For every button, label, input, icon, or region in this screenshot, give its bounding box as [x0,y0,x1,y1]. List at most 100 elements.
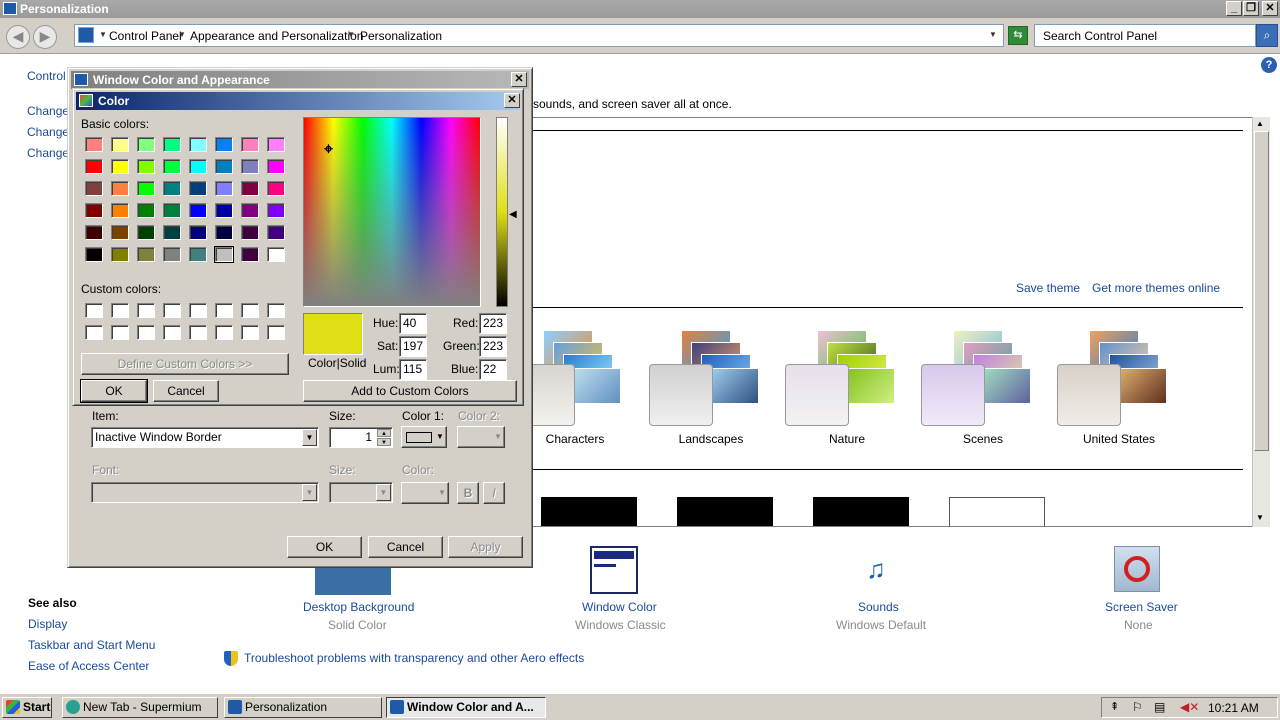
custom-color-swatch[interactable] [111,325,129,340]
basic-theme-preview[interactable] [813,497,909,526]
basic-color-swatch[interactable] [111,137,129,152]
cancel-button[interactable]: Cancel [153,380,219,402]
refresh-button[interactable]: ⇆ [1008,26,1028,45]
basic-color-swatch[interactable] [137,247,155,262]
basic-theme-preview[interactable] [949,497,1045,526]
basic-color-swatch[interactable] [189,137,207,152]
network-icon[interactable]: ▤ [1154,700,1165,714]
close-button[interactable]: ✕ [1262,1,1278,16]
custom-color-swatch[interactable] [241,325,259,340]
basic-color-swatch[interactable] [163,181,181,196]
desktop-background-link[interactable]: Desktop Background [303,600,414,614]
custom-color-swatch[interactable] [137,303,155,318]
sat-input[interactable]: 197 [399,336,427,357]
custom-color-swatch[interactable] [215,325,233,340]
basic-color-swatch[interactable] [189,247,207,262]
sounds-icon[interactable]: ♫ [852,546,900,592]
basic-color-swatch[interactable] [137,203,155,218]
define-custom-colors-button[interactable]: Define Custom Colors >> [81,353,289,375]
basic-color-swatch[interactable] [137,225,155,240]
custom-color-swatch[interactable] [267,303,285,318]
help-icon[interactable]: ? [1261,57,1277,73]
basic-color-swatch[interactable] [215,181,233,196]
basic-color-swatch[interactable] [163,225,181,240]
item-select[interactable]: Inactive Window Border ▼ [91,427,319,448]
get-more-themes-link[interactable]: Get more themes online [1092,281,1220,295]
luminance-arrow-icon[interactable]: ◀ [509,209,517,220]
minimize-button[interactable]: _ [1226,1,1242,16]
dialog-close-button[interactable]: ✕ [511,72,527,87]
basic-color-swatch[interactable] [85,203,103,218]
breadcrumb-personalization[interactable]: Personalization [360,29,442,43]
custom-color-swatch[interactable] [85,325,103,340]
search-input[interactable]: Search Control Panel [1034,24,1256,47]
basic-color-swatch[interactable] [215,137,233,152]
basic-color-swatch[interactable] [111,203,129,218]
custom-color-swatch[interactable] [163,303,181,318]
custom-color-swatch[interactable] [85,303,103,318]
basic-color-swatch[interactable] [189,181,207,196]
basic-theme-preview[interactable] [677,497,773,526]
basic-color-swatch[interactable] [241,159,259,174]
chevron-down-icon[interactable]: ▼ [99,30,107,39]
clock[interactable]: 10:21 AM [1208,701,1259,715]
basic-color-swatch[interactable] [85,181,103,196]
basic-color-swatch[interactable] [137,181,155,196]
basic-color-swatch[interactable] [163,159,181,174]
basic-color-swatch[interactable] [163,137,181,152]
save-theme-link[interactable]: Save theme [1016,281,1080,295]
custom-color-swatch[interactable] [267,325,285,340]
taskbar-start-menu-link[interactable]: Taskbar and Start Menu [28,638,155,652]
hue-input[interactable]: 40 [399,313,427,334]
basic-color-swatch[interactable] [241,181,259,196]
luminance-slider[interactable] [496,117,508,307]
color1-picker[interactable]: ▼ [401,426,447,448]
basic-color-swatch[interactable] [111,181,129,196]
basic-color-swatch[interactable] [267,181,285,196]
font-size-select[interactable]: ▼ [329,482,393,503]
custom-color-swatch[interactable] [241,303,259,318]
green-input[interactable]: 223 [479,336,507,357]
custom-color-swatch[interactable] [163,325,181,340]
bold-button[interactable]: B [457,482,479,504]
basic-color-swatch[interactable] [241,225,259,240]
window-color-link[interactable]: Window Color [582,600,657,614]
ok-button[interactable]: OK [287,536,362,558]
custom-color-swatch[interactable] [189,303,207,318]
custom-color-swatch[interactable] [215,303,233,318]
basic-color-swatch[interactable] [214,246,234,263]
custom-color-swatch[interactable] [189,325,207,340]
color-spectrum[interactable]: ⌖ [303,117,481,307]
screen-saver-link[interactable]: Screen Saver [1105,600,1178,614]
taskbar-item-supermium[interactable]: New Tab - Supermium [62,697,218,718]
basic-color-swatch[interactable] [189,203,207,218]
sounds-link[interactable]: Sounds [858,600,899,614]
theme-landscapes[interactable]: Landscapes [649,326,769,446]
basic-color-swatch[interactable] [215,159,233,174]
basic-color-swatch[interactable] [241,247,259,262]
font-select[interactable]: ▼ [91,482,319,503]
dialog-close-button[interactable]: ✕ [504,93,520,108]
basic-color-swatch[interactable] [111,225,129,240]
basic-color-swatch[interactable] [241,137,259,152]
basic-color-swatch[interactable] [267,159,285,174]
basic-color-swatch[interactable] [137,159,155,174]
scroll-up-icon[interactable]: ▲ [1256,119,1264,128]
display-link[interactable]: Display [28,617,67,631]
stepper-down-icon[interactable]: ▼ [377,438,391,446]
vertical-scrollbar[interactable]: ▲ ▼ [1252,117,1270,527]
search-icon[interactable]: ⌕ [1256,24,1278,47]
theme-nature[interactable]: Nature [785,326,905,446]
chevron-down-icon[interactable]: ▼ [347,30,355,39]
taskbar-item-window-color[interactable]: Window Color and A... [386,697,546,718]
cancel-button[interactable]: Cancel [368,536,443,558]
custom-color-swatch[interactable] [137,325,155,340]
add-to-custom-colors-button[interactable]: Add to Custom Colors [303,380,517,402]
size-stepper[interactable]: 1 ▲ ▼ [329,427,393,448]
breadcrumb-control-panel[interactable]: Control Panel [109,29,182,43]
chevron-down-icon[interactable]: ▼ [178,30,186,39]
basic-color-swatch[interactable] [137,137,155,152]
start-button[interactable]: Start [2,697,52,718]
ease-of-access-link[interactable]: Ease of Access Center [28,659,149,673]
apply-button[interactable]: Apply [448,536,523,558]
